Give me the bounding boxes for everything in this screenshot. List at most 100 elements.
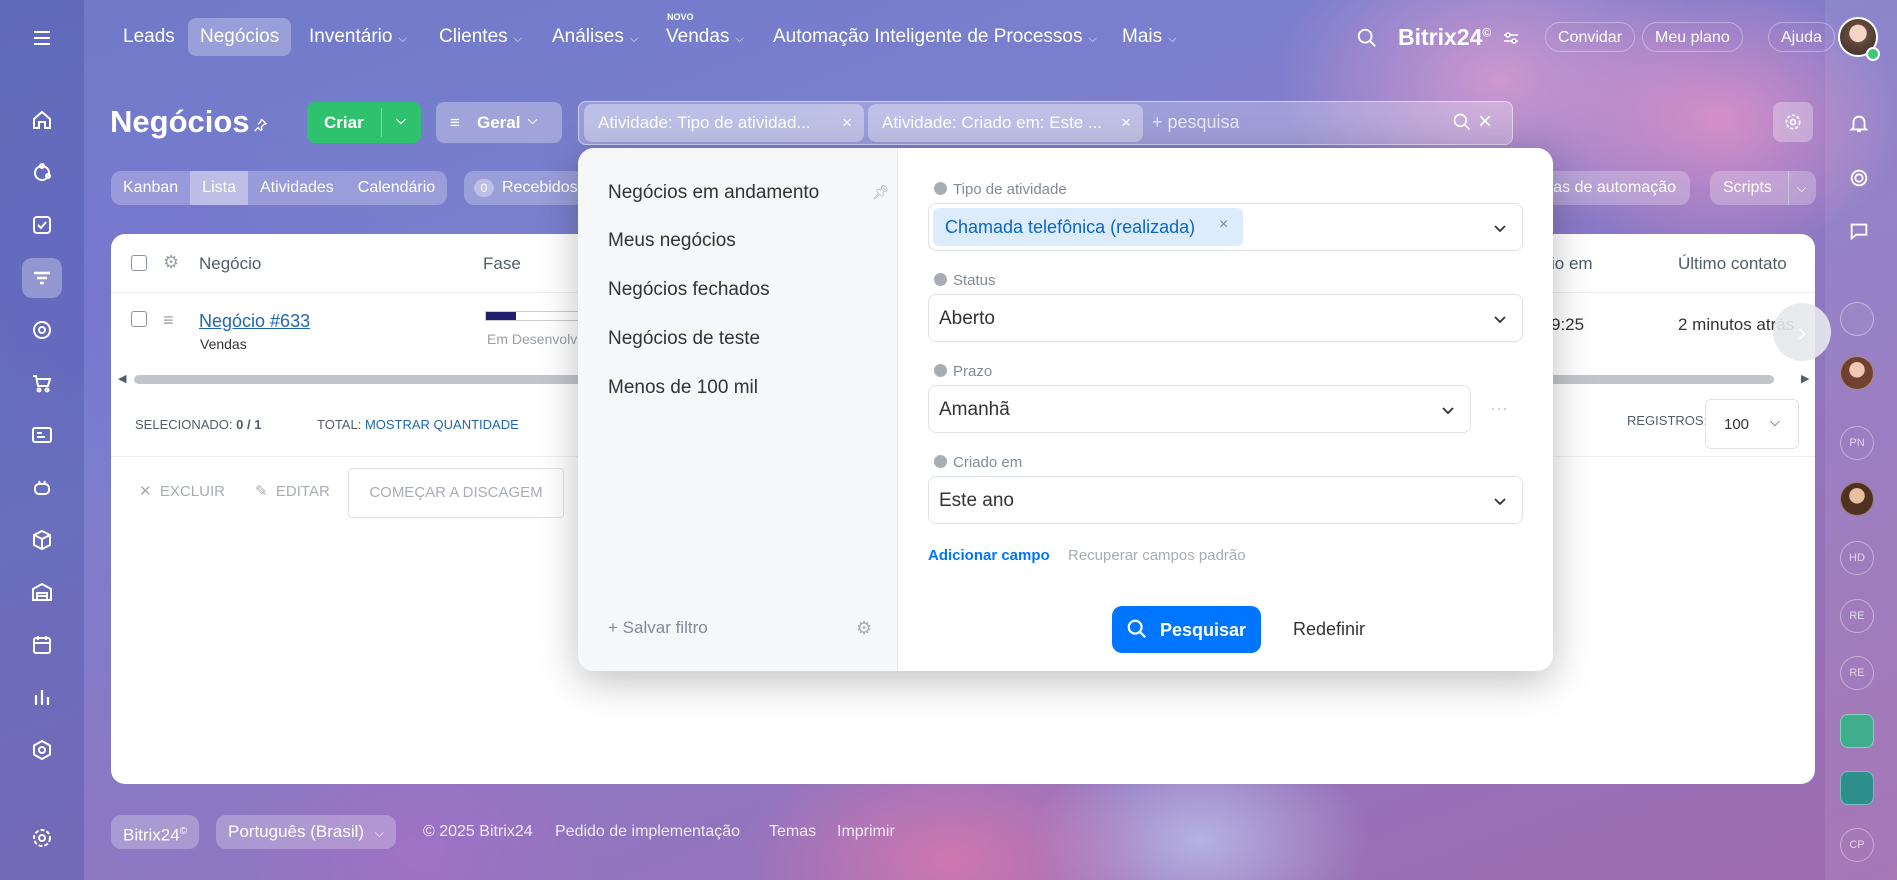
nav-negocios[interactable]: Negócios xyxy=(188,18,292,56)
tab-kanban[interactable]: Kanban xyxy=(111,171,190,205)
chat-avatar[interactable]: CP xyxy=(1840,828,1874,862)
filter-chip-created[interactable]: Atividade: Criado em: Este ... × xyxy=(868,104,1143,142)
column-header-fase[interactable]: Fase xyxy=(483,254,521,274)
sliders-icon[interactable] xyxy=(1502,30,1520,46)
implementation-link[interactable]: Pedido de implementação xyxy=(555,823,740,841)
calendar-icon[interactable] xyxy=(22,625,62,665)
delete-button[interactable]: ✕ EXCLUIR xyxy=(139,482,225,500)
row-checkbox[interactable] xyxy=(131,311,147,327)
bar-chart-icon[interactable] xyxy=(22,677,62,717)
clear-icon[interactable]: × xyxy=(1478,108,1492,136)
nav-automacao[interactable]: Automação Inteligente de Processos ⌵ xyxy=(761,18,1109,56)
search-icon[interactable] xyxy=(1450,110,1474,134)
activity-type-field[interactable]: Chamada telefônica (realizada) × xyxy=(928,203,1523,251)
nav-analises[interactable]: Análises ⌵ xyxy=(540,18,650,56)
chat-avatar[interactable]: PN xyxy=(1840,426,1874,460)
warehouse-icon[interactable] xyxy=(22,572,62,612)
chat-avatar[interactable]: HD xyxy=(1840,541,1874,575)
menu-icon[interactable] xyxy=(22,18,62,58)
start-dialing-button[interactable]: COMEÇAR A DISCAGEM xyxy=(348,468,564,518)
nav-clientes[interactable]: Clientes ⌵ xyxy=(427,18,534,56)
robot-icon[interactable] xyxy=(22,468,62,508)
chat-icon[interactable] xyxy=(1846,218,1872,244)
preset-item[interactable]: Meus negócios xyxy=(608,230,736,252)
hexagon-icon[interactable] xyxy=(22,730,62,770)
nav-leads[interactable]: Leads xyxy=(111,18,187,56)
chevron-down-icon[interactable]: ⌵ xyxy=(1797,171,1806,205)
save-filter-button[interactable]: + Salvar filtro xyxy=(608,618,708,638)
automation-rules-button[interactable]: gras de automação xyxy=(1530,171,1690,205)
scroll-right-icon[interactable]: › xyxy=(1773,303,1831,361)
gear-icon[interactable]: ⚙ xyxy=(856,618,872,639)
search-icon[interactable] xyxy=(1354,25,1380,51)
scroll-right-arrow-icon[interactable]: ▶ xyxy=(1801,372,1809,385)
crm-icon[interactable] xyxy=(22,153,62,193)
tab-lista[interactable]: Lista xyxy=(190,171,248,205)
footer-brand-button[interactable]: Bitrix24© xyxy=(111,815,200,849)
search-input[interactable]: + pesquisa xyxy=(1152,112,1240,133)
select-all-checkbox[interactable] xyxy=(131,255,147,271)
contact-card-icon[interactable] xyxy=(22,415,62,455)
filter-sales-icon[interactable] xyxy=(22,258,62,298)
reset-button[interactable]: Redefinir xyxy=(1293,619,1365,640)
box-icon[interactable] xyxy=(22,520,62,560)
pin-icon[interactable] xyxy=(250,115,270,135)
show-quantity-link[interactable]: MOSTRAR QUANTIDADE xyxy=(365,417,519,432)
preset-item[interactable]: Negócios de teste xyxy=(608,328,760,350)
deal-link[interactable]: Negócio #633 xyxy=(199,311,310,332)
close-icon[interactable]: × xyxy=(1219,216,1228,234)
chevron-down-icon[interactable]: ⌵ xyxy=(396,112,406,128)
status-field[interactable]: Aberto xyxy=(928,294,1523,342)
group-chat-icon[interactable] xyxy=(1840,714,1874,748)
nav-mais[interactable]: Mais ⌵ xyxy=(1110,18,1188,56)
scroll-left-arrow-icon[interactable]: ◀ xyxy=(118,372,126,385)
chat-avatar[interactable]: RE xyxy=(1840,599,1874,633)
scripts-button[interactable]: Scripts ⌵ xyxy=(1710,171,1816,205)
gear-icon[interactable]: ⚙ xyxy=(163,252,179,273)
create-button[interactable]: Criar ⌵ xyxy=(307,102,421,143)
edit-button[interactable]: ✎ EDITAR xyxy=(255,482,330,500)
cart-icon[interactable] xyxy=(22,363,62,403)
settings-gear-icon[interactable] xyxy=(22,818,62,858)
bell-icon[interactable] xyxy=(1846,110,1872,136)
chat-avatar[interactable] xyxy=(1840,482,1874,516)
add-field-link[interactable]: Adicionar campo xyxy=(928,547,1050,564)
column-header-negocio[interactable]: Negócio xyxy=(199,254,261,274)
nav-inventario[interactable]: Inventário ⌵ xyxy=(297,18,419,56)
received-button[interactable]: 0 Recebidos xyxy=(464,171,584,205)
row-menu-icon[interactable]: ≡ xyxy=(163,310,174,331)
themes-link[interactable]: Temas xyxy=(769,823,816,841)
created-field[interactable]: Este ano xyxy=(928,476,1523,524)
tab-calendario[interactable]: Calendário xyxy=(346,171,447,205)
nav-vendas[interactable]: Vendas ⌵ xyxy=(654,18,756,56)
more-options-icon[interactable]: ··· xyxy=(1490,398,1508,419)
print-link[interactable]: Imprimir xyxy=(837,823,895,841)
restore-fields-link[interactable]: Recuperar campos padrão xyxy=(1068,547,1246,564)
pin-icon[interactable]: 📌︎ xyxy=(872,184,890,201)
tab-atividades[interactable]: Atividades xyxy=(248,171,346,205)
filter-chip-type[interactable]: Atividade: Tipo de atividad... × xyxy=(584,104,864,142)
close-icon[interactable]: × xyxy=(1121,104,1131,142)
bookmark-chat-icon[interactable] xyxy=(1840,771,1874,805)
chat-avatar[interactable]: RE xyxy=(1840,656,1874,690)
chat-avatar[interactable] xyxy=(1840,356,1874,390)
language-select[interactable]: Português (Brasil) ⌵ xyxy=(216,815,396,849)
tasks-icon[interactable] xyxy=(22,205,62,245)
copilot-icon[interactable] xyxy=(1846,165,1872,191)
settings-gear-icon[interactable] xyxy=(1773,102,1813,142)
deadline-field[interactable]: Amanhã xyxy=(928,385,1471,433)
preset-item[interactable]: Menos de 100 mil xyxy=(608,377,758,399)
column-header-created[interactable]: io em xyxy=(1551,254,1593,274)
preset-item[interactable]: Negócios fechados xyxy=(608,279,770,301)
column-header-last-contact[interactable]: Último contato xyxy=(1678,254,1787,274)
search-button[interactable]: Pesquisar xyxy=(1112,606,1261,653)
invite-button[interactable]: Convidar xyxy=(1545,22,1636,52)
close-icon[interactable]: × xyxy=(842,104,852,142)
target-icon[interactable] xyxy=(22,310,62,350)
home-icon[interactable] xyxy=(22,100,62,140)
view-select[interactable]: ≡ Geral ⌵ xyxy=(436,102,562,143)
preset-item[interactable]: Negócios em andamento xyxy=(608,182,819,204)
chat-avatar[interactable] xyxy=(1840,302,1874,336)
my-plan-button[interactable]: Meu plano xyxy=(1642,22,1743,52)
records-select[interactable]: 100 ⌵ xyxy=(1705,399,1799,449)
